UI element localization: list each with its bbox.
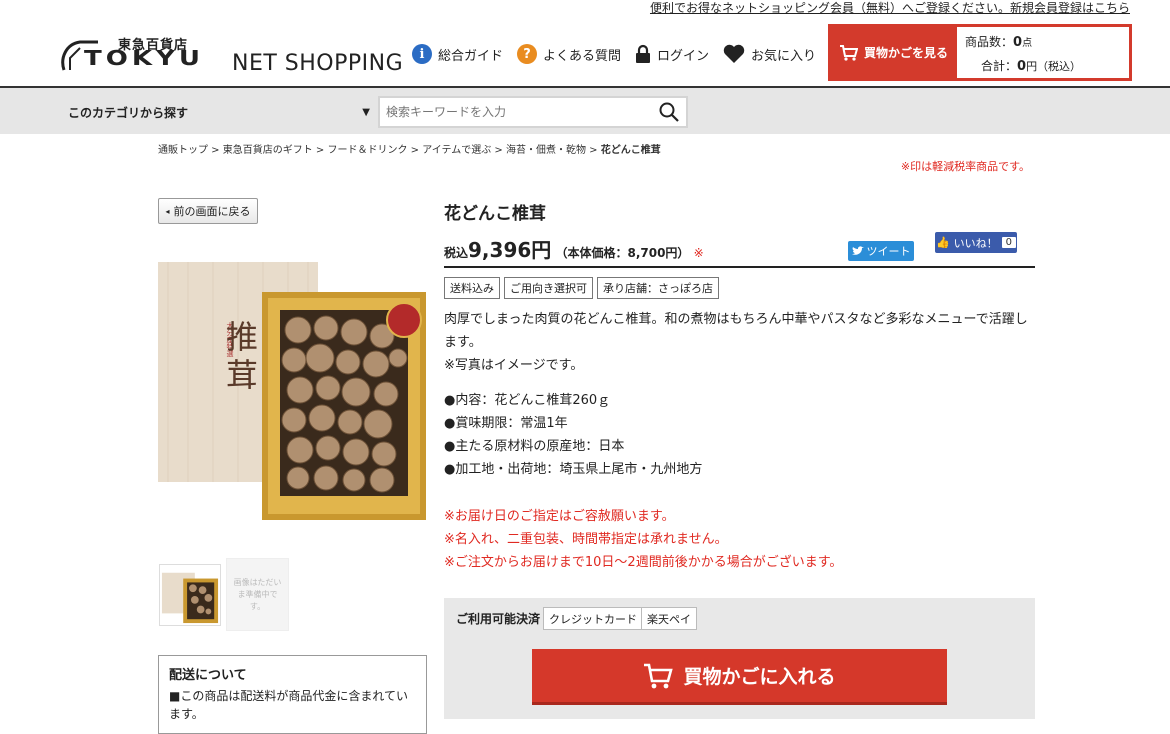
like-label: いいね！ — [953, 236, 998, 250]
cart-total: 合計：0円（税込） — [981, 59, 1082, 74]
chevron-left-icon: ◂ — [165, 206, 170, 216]
spec-item: ●加工地・出荷地：埼玉県上尾市・九州地方 — [444, 462, 703, 477]
view-cart-label: 買物かごを見る — [863, 46, 948, 60]
category-select-label: このカテゴリから探す — [68, 105, 189, 120]
tweet-button[interactable]: ツイート — [848, 241, 914, 261]
payment-option-credit: クレジットカード — [543, 607, 643, 630]
nav-login[interactable]: ログイン — [635, 44, 709, 64]
like-count: 0 — [1001, 237, 1017, 248]
logo-brand: TOKYU — [84, 47, 204, 71]
thumbs-up-icon: 👍 — [935, 236, 950, 249]
tokyu-logo[interactable]: 東急百貨店 TOKYU NET SHOPPING — [60, 34, 404, 78]
breadcrumb-link[interactable]: アイテムで選ぶ — [422, 145, 491, 156]
search-box — [378, 96, 688, 128]
search-button[interactable] — [652, 98, 686, 126]
add-to-cart-label: 買物かごに入れる — [683, 666, 836, 688]
nav-faq[interactable]: ? よくある質問 — [517, 44, 621, 64]
nav-guide[interactable]: i 総合ガイド — [412, 44, 503, 64]
purchase-panel: ご利用可能決済 クレジットカード 楽天ペイ 買物かごに入れる — [444, 598, 1035, 719]
breadcrumb-link[interactable]: フード＆ドリンク — [328, 145, 408, 156]
payment-option-rakuten: 楽天ペイ — [641, 607, 697, 630]
tag-badge: ご用向き選択可 — [504, 277, 593, 299]
spec-item: ●賞味期限：常温1年 — [444, 416, 568, 431]
search-icon — [659, 102, 679, 122]
cart-count: 商品数：0点 — [965, 35, 1033, 50]
spec-item: ●主たる原材料の原産地：日本 — [444, 439, 625, 454]
nav-favorites-label: お気に入り — [751, 48, 817, 64]
shipping-text: ■この商品は配送料が商品代金に含まれています。 — [169, 689, 408, 721]
reduced-tax-mark: ※ — [693, 246, 704, 260]
question-icon: ? — [517, 44, 538, 64]
tweet-label: ツイート — [866, 245, 911, 258]
nav-login-label: ログイン — [657, 48, 710, 64]
tag-badge: 承り店舗：さっぽろ店 — [597, 277, 719, 299]
price-divider — [444, 266, 1035, 268]
tax-note: ※印は軽減税率商品です。 — [900, 160, 1030, 173]
cart-icon — [839, 44, 858, 61]
logo-net-shopping: NET SHOPPING — [232, 51, 404, 76]
breadcrumb-link[interactable]: 東急百貨店のギフト — [223, 145, 313, 156]
product-thumbnail[interactable] — [159, 564, 221, 626]
product-specs: ●内容：花どんこ椎茸260ｇ ●賞味期限：常温1年 ●主たる原材料の原産地：日本… — [444, 389, 702, 481]
product-price: 税込9,396円 （本体価格：8,700円） ※ — [444, 238, 704, 262]
back-button[interactable]: ◂ 前の画面に戻る — [158, 198, 258, 224]
nav-guide-label: 総合ガイド — [438, 48, 504, 64]
tag-badge: 送料込み — [444, 277, 500, 299]
breadcrumb: 通販トップ > 東急百貨店のギフト > フード＆ドリンク > アイテムで選ぶ >… — [158, 145, 661, 156]
lock-icon — [636, 44, 651, 63]
nav-favorites[interactable]: お気に入り — [723, 44, 816, 64]
spec-item: ●内容：花どんこ椎茸260ｇ — [444, 393, 611, 408]
image-note: ※写真はイメージです。 — [444, 358, 584, 373]
breadcrumb-current: 花どんこ椎茸 — [600, 145, 661, 156]
view-cart-button[interactable]: 買物かごを見る — [831, 27, 957, 78]
price-value: 9,396円 — [468, 238, 552, 262]
category-select[interactable]: このカテゴリから探す ▼ — [60, 96, 378, 128]
product-thumbnail-placeholder[interactable]: 画像はただいま準備中です。 — [226, 558, 289, 631]
note-item: ※お届け日のご指定はご容赦願います。 — [444, 509, 675, 524]
back-button-label: 前の画面に戻る — [173, 205, 251, 218]
member-registration-link[interactable]: 便利でお得なネットショッピング会員（無料）へご登録ください。新規会員登録はこちら — [650, 0, 1130, 16]
svg-text:推茸: 推茸 — [221, 320, 259, 396]
heart-icon — [723, 44, 745, 63]
add-to-cart-button[interactable]: 買物かごに入れる — [532, 649, 947, 705]
product-title: 花どんこ椎茸 — [444, 204, 546, 224]
dropdown-arrow-icon: ▼ — [362, 106, 370, 118]
shipping-info: 配送について ■この商品は配送料が商品代金に含まれています。 — [158, 655, 427, 734]
product-image: 大分産特選 推茸 — [158, 262, 426, 520]
cart-summary: 買物かごを見る 商品数：0点 合計：0円（税込） — [828, 24, 1132, 81]
product-description: 肉厚でしまった肉質の花どんこ椎茸。和の煮物はもちろん中華やパスタなど多彩なメニュ… — [444, 308, 1034, 377]
twitter-icon — [851, 246, 864, 255]
delivery-notes: ※お届け日のご指定はご容赦願います。 ※名入れ、二重包装、時間帯指定は承れません… — [444, 505, 842, 574]
search-input[interactable] — [380, 105, 652, 119]
shipping-title: 配送について — [169, 668, 247, 683]
breadcrumb-link[interactable]: 海苔・佃煮・乾物 — [506, 145, 586, 156]
cart-total-value: 0 — [1017, 59, 1027, 74]
note-item: ※ご注文からお届けまで10日〜2週間前後かかる場合がございます。 — [444, 555, 843, 570]
product-tags: 送料込み ご用向き選択可 承り店舗：さっぽろ店 — [444, 277, 719, 299]
header-nav: i 総合ガイド ? よくある質問 ログイン お気に入り — [412, 44, 816, 64]
description-text: 肉厚でしまった肉質の花どんこ椎茸。和の煮物はもちろん中華やパスタなど多彩なメニュ… — [444, 312, 1028, 350]
breadcrumb-link[interactable]: 通販トップ — [158, 145, 208, 156]
note-item: ※名入れ、二重包装、時間帯指定は承れません。 — [444, 532, 728, 547]
cart-count-value: 0 — [1013, 35, 1023, 50]
payment-label: ご利用可能決済 — [456, 612, 541, 626]
cart-info: 商品数：0点 合計：0円（税込） — [957, 27, 1129, 78]
nav-faq-label: よくある質問 — [543, 48, 622, 64]
price-base: （本体価格：8,700円） — [555, 246, 690, 260]
cart-icon — [644, 663, 674, 688]
info-icon: i — [412, 44, 432, 64]
facebook-like-button[interactable]: 👍 いいね！ 0 — [935, 232, 1017, 253]
